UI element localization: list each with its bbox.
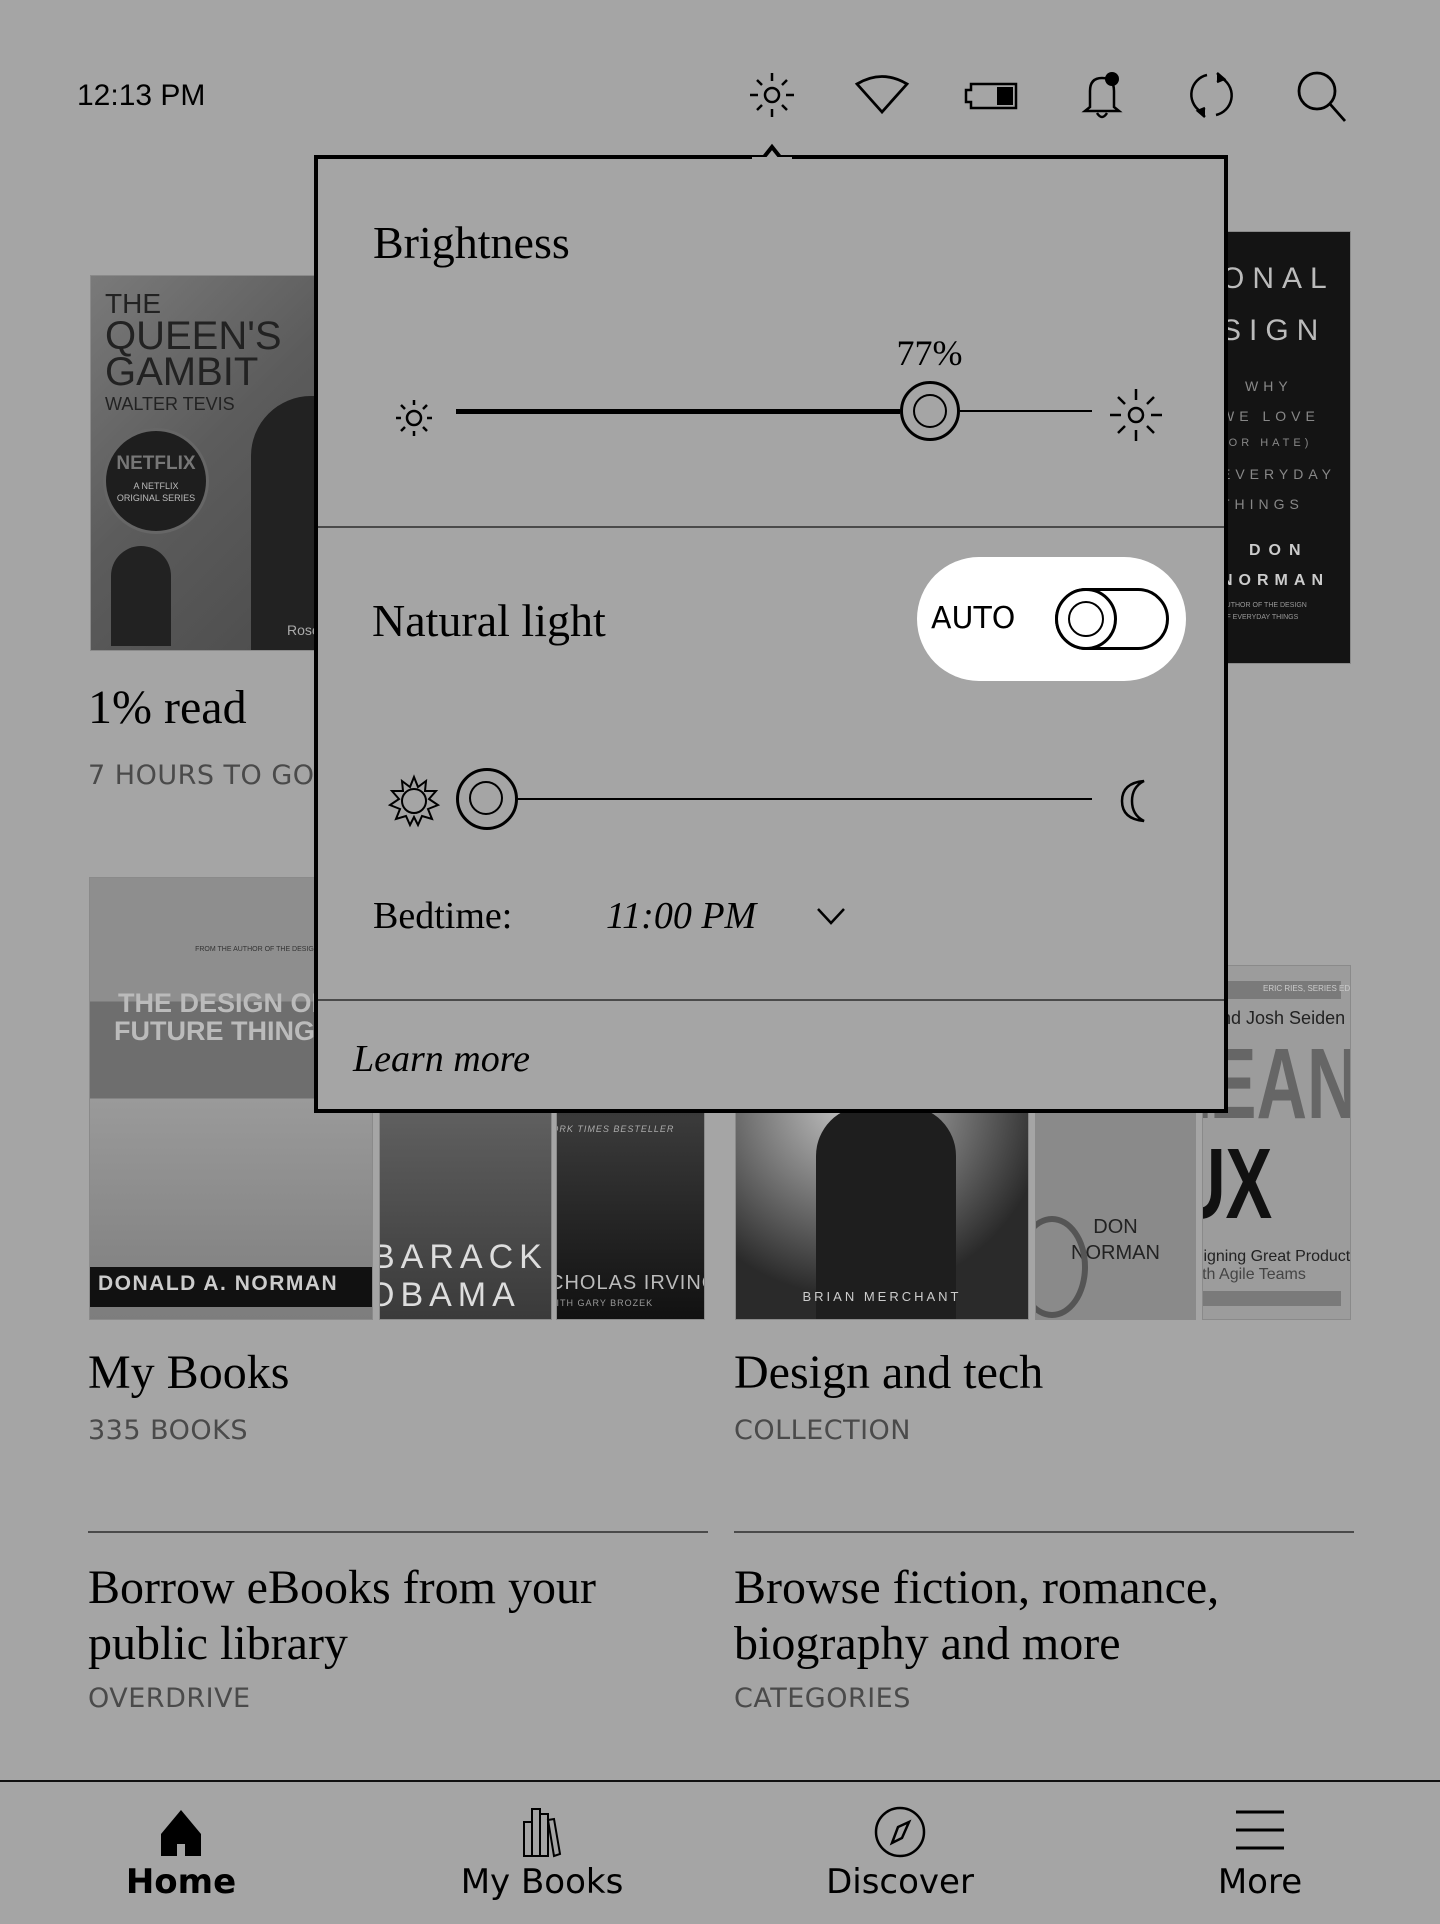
- popup-divider: [318, 526, 1224, 528]
- brightness-slider[interactable]: [456, 381, 1092, 441]
- cover-line1: ONAL: [1221, 262, 1335, 295]
- cover-authors: and Josh Seiden: [1211, 1008, 1346, 1028]
- natural-light-slider[interactable]: [456, 767, 1092, 831]
- brightness-title: Brightness: [373, 217, 570, 268]
- cover-author1: DON: [1249, 542, 1309, 559]
- link-subtitle: OVERDRIVE: [88, 1683, 251, 1714]
- cover-line2: SIGN: [1221, 314, 1327, 347]
- battery-icon: [963, 67, 1019, 123]
- brightness-slider-knob[interactable]: [899, 381, 960, 441]
- home-icon: [161, 1810, 201, 1856]
- auto-toggle[interactable]: [1055, 588, 1169, 650]
- section-divider: [734, 1531, 1354, 1533]
- link-title-line1: Borrow eBooks from your: [88, 1561, 596, 1614]
- cover-author: BRIAN MERCHANT: [802, 1289, 962, 1304]
- brightness-slider-track: [959, 410, 1092, 412]
- nav-label: My Books: [460, 1862, 624, 1902]
- badge-line2: ORIGINAL SERIES: [116, 493, 196, 503]
- cover-line6: EVERYDAY: [1221, 466, 1336, 482]
- link-categories[interactable]: Browse fiction, romance, biography and m…: [734, 1560, 1354, 1716]
- nav-label: More: [1217, 1862, 1303, 1902]
- cover-author: DONALD A. NORMAN: [98, 1272, 339, 1295]
- learn-more-link[interactable]: Learn more: [353, 1037, 530, 1081]
- auto-toggle-pill[interactable]: AUTO: [917, 557, 1186, 681]
- auto-toggle-knob: [1055, 588, 1117, 650]
- cover-title1: THE DESIGN OF: [118, 988, 329, 1018]
- reading-progress: 1% read: [88, 681, 247, 734]
- popup-divider: [318, 999, 1224, 1001]
- warm-sun-icon: [387, 774, 441, 828]
- cover-sub1: Designing Great Products: [1203, 1248, 1351, 1265]
- cover-tag1: AUTHOR OF THE DESIGN: [1221, 602, 1307, 609]
- cover-top: NEW YORK TIMES BESTELLER: [557, 1124, 675, 1134]
- cover-line5: (OR HATE): [1221, 437, 1313, 449]
- shelf-subtitle: 335 BOOKS: [88, 1415, 249, 1446]
- badge-line1: A NETFLIX: [133, 481, 179, 491]
- chevron-down-icon: [817, 908, 845, 925]
- shelf-title[interactable]: My Books: [88, 1345, 289, 1401]
- cover-title2: UX: [1203, 1128, 1273, 1240]
- cover-figure: [816, 1106, 956, 1319]
- nav-home[interactable]: Home: [61, 1782, 301, 1922]
- section-divider: [88, 1531, 708, 1533]
- shelf-title[interactable]: Design and tech: [734, 1345, 1043, 1401]
- cover-title2: FUTURE THINGS: [114, 1016, 333, 1046]
- netflix-badge: NETFLIX A NETFLIX ORIGINAL SERIES: [103, 428, 209, 534]
- popup-caret: [752, 143, 792, 160]
- link-title-line2: public library: [88, 1617, 348, 1670]
- link-subtitle: CATEGORIES: [734, 1683, 911, 1714]
- search-icon[interactable]: [1293, 67, 1349, 123]
- cover-title1: BARACK: [379, 1238, 548, 1276]
- book-cover-queens-gambit[interactable]: THE QUEEN'S GAMBIT WALTER TEVIS NETFLIX …: [90, 275, 350, 651]
- sync-icon[interactable]: [1183, 67, 1239, 123]
- status-time: 12:13 PM: [77, 79, 206, 112]
- compass-icon: [874, 1806, 926, 1858]
- books-icon: [523, 1808, 562, 1858]
- nav-label: Discover: [826, 1862, 974, 1902]
- badge-brand: NETFLIX: [116, 453, 196, 474]
- cover-title-line3: GAMBIT: [105, 350, 259, 394]
- brightness-low-icon: [396, 400, 432, 436]
- brightness-icon[interactable]: [744, 67, 800, 123]
- bedtime-dropdown[interactable]: 11:00 PM: [606, 889, 866, 945]
- menu-icon: [1236, 1810, 1284, 1850]
- nav-discover[interactable]: Discover: [780, 1782, 1020, 1922]
- brightness-value: 77%: [896, 333, 963, 373]
- cover-line4: WE LOVE: [1221, 408, 1320, 424]
- nav-label: Home: [125, 1862, 237, 1902]
- cover-top: ERIC RIES, SERIES EDITOR: [1263, 984, 1351, 993]
- bottom-nav: Home My Books Discover More: [0, 1780, 1440, 1924]
- shelf-subtitle: COLLECTION: [734, 1415, 912, 1446]
- bedtime-value: 11:00 PM: [606, 895, 757, 937]
- cover-bottom-band: [1203, 1291, 1341, 1306]
- natural-light-slider-track: [518, 798, 1092, 800]
- cover-title2: OBAMA: [379, 1276, 521, 1314]
- natural-light-title: Natural light: [372, 595, 606, 646]
- link-title-line2: biography and more: [734, 1617, 1121, 1670]
- nav-my-books[interactable]: My Books: [422, 1782, 662, 1922]
- cover-line7: THINGS: [1221, 496, 1304, 512]
- cover-tag2: OF EVERYDAY THINGS: [1221, 614, 1299, 621]
- brightness-slider-fill: [456, 409, 900, 414]
- time-left: 7 HOURS TO GO: [88, 760, 315, 791]
- cover-author: NICHOLAS IRVING: [557, 1272, 704, 1294]
- link-title-line1: Browse fiction, romance,: [734, 1561, 1220, 1614]
- cover-author2: NORMAN: [1221, 572, 1329, 589]
- auto-label: AUTO: [931, 601, 1016, 636]
- bedtime-label: Bedtime:: [373, 895, 513, 937]
- cover-sub2: with Agile Teams: [1202, 1266, 1306, 1283]
- notification-bell-icon[interactable]: [1074, 67, 1130, 123]
- cover-hand: [111, 546, 171, 646]
- cover-co: WITH GARY BROZEK: [556, 1298, 654, 1308]
- wifi-icon[interactable]: [854, 67, 910, 123]
- link-overdrive[interactable]: Borrow eBooks from your public library O…: [88, 1560, 708, 1716]
- natural-light-slider-knob[interactable]: [456, 768, 518, 830]
- nav-more[interactable]: More: [1140, 1782, 1380, 1922]
- brightness-high-icon: [1110, 389, 1162, 441]
- moon-icon: [1120, 779, 1145, 823]
- cover-line3: WHY: [1245, 378, 1293, 394]
- cover-author: WALTER TEVIS: [105, 394, 235, 414]
- light-settings-popup: Brightness 77% Natural light AUTO Bedtim…: [314, 155, 1228, 1113]
